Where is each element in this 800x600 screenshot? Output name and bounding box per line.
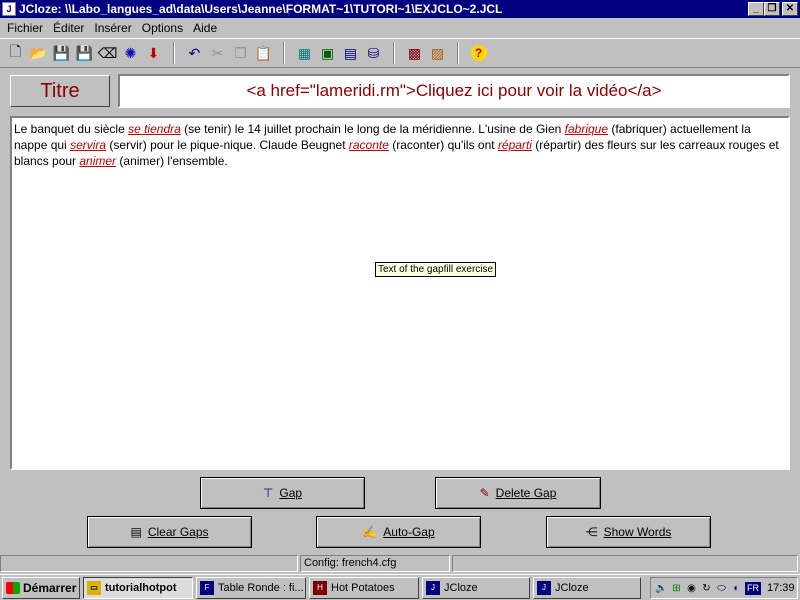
gap-word[interactable]: réparti xyxy=(498,138,532,152)
status-panel-left xyxy=(0,555,298,572)
save-as-icon[interactable]: 💾 xyxy=(73,42,96,64)
insert-link-icon[interactable]: ⛁ xyxy=(362,42,385,64)
exercise-text: (raconter) qu'ils ont xyxy=(388,138,498,152)
task-jcloze-1[interactable]: J JCloze xyxy=(422,576,530,599)
exercise-text-area[interactable]: Le banquet du siècle se tiendra (se teni… xyxy=(10,116,790,470)
maximize-button[interactable]: ❐ xyxy=(764,2,780,16)
toolbar-separator xyxy=(173,42,175,64)
jcloze-icon: J xyxy=(426,580,440,595)
exercise-text: (animer) l'ensemble. xyxy=(116,154,228,168)
eraser-icon[interactable]: ⌫ xyxy=(96,42,119,64)
paste-icon[interactable]: 📋 xyxy=(252,42,275,64)
folder-icon: ▭ xyxy=(87,580,101,595)
auto-gap-icon: ✍ xyxy=(362,525,378,539)
delete-gap-button[interactable]: ✎ Delete Gap xyxy=(435,477,601,509)
title-label: Titre xyxy=(10,75,110,107)
menu-aide[interactable]: Aide xyxy=(188,21,222,35)
toolbar-separator xyxy=(457,42,459,64)
window-title: JCloze: \\Labo_langues_ad\data\Users\Jea… xyxy=(19,2,503,16)
task-hot-potatoes[interactable]: H Hot Potatoes xyxy=(309,576,419,599)
show-words-icon: ⋲ xyxy=(585,525,598,539)
start-button[interactable]: Démarrer xyxy=(2,576,80,599)
cut-icon[interactable]: ✂ xyxy=(206,42,229,64)
down-arrow-icon[interactable]: ⬇ xyxy=(142,42,165,64)
jcloze-window: J JCloze: \\Labo_langues_ad\data\Users\J… xyxy=(0,0,800,574)
sync-icon[interactable]: ↻ xyxy=(700,582,713,595)
clock: 17:39 xyxy=(767,582,795,594)
web-page-icon[interactable]: ✺ xyxy=(119,42,142,64)
mouse-icon[interactable]: ⬭ xyxy=(715,582,728,595)
minimize-button[interactable]: _ xyxy=(748,2,764,16)
help-icon[interactable]: ? xyxy=(467,42,490,64)
insert-table-icon[interactable]: ▤ xyxy=(339,42,362,64)
menu-fichier[interactable]: Fichier xyxy=(2,21,48,35)
clear-gaps-icon: ▤ xyxy=(130,525,142,539)
new-file-icon[interactable]: 🗋 xyxy=(4,42,27,64)
status-config: Config: french4.cfg xyxy=(300,555,450,572)
delete-gap-icon: ✎ xyxy=(479,486,490,500)
open-folder-icon[interactable]: 📂 xyxy=(27,42,50,64)
undo-icon[interactable]: ↶ xyxy=(183,42,206,64)
gap-button[interactable]: ⊤ Gap xyxy=(200,477,365,509)
copy-icon[interactable]: ❐ xyxy=(229,42,252,64)
gap-icon: ⊤ xyxy=(262,486,274,500)
speaker-icon[interactable]: 🔈 xyxy=(655,582,668,595)
windows-logo-icon xyxy=(6,581,20,594)
auto-gap-button[interactable]: ✍ Auto-Gap xyxy=(316,516,481,548)
insert-picture-icon[interactable]: ▦ xyxy=(293,42,316,64)
close-button[interactable]: ✕ xyxy=(782,2,798,16)
language-indicator[interactable]: FR xyxy=(745,581,761,595)
clear-gaps-button[interactable]: ▤ Clear Gaps xyxy=(87,516,252,548)
task-tutorialhotpot[interactable]: ▭ tutorialhotpot xyxy=(83,576,193,599)
toolbar-separator xyxy=(283,42,285,64)
menu-bar: Fichier Éditer Insérer Options Aide xyxy=(0,19,222,37)
toolbar-separator xyxy=(393,42,395,64)
show-words-button[interactable]: ⋲ Show Words xyxy=(546,516,711,548)
insert-media-icon[interactable]: ▣ xyxy=(316,42,339,64)
eye-icon[interactable]: ◐ xyxy=(730,582,743,595)
toolbar: 🗋 📂 💾 💾 ⌫ ✺ ⬇ ↶ ✂ ❐ 📋 ▦ ▣ ▤ ⛁ ▩ ▨ ? xyxy=(0,38,800,68)
hot-potatoes-icon: H xyxy=(313,580,327,595)
menu-options[interactable]: Options xyxy=(137,21,188,35)
taskbar: Démarrer ▭ tutorialhotpot F Table Ronde … xyxy=(0,574,800,600)
menu-editer[interactable]: Éditer xyxy=(48,21,89,35)
gap-word[interactable]: raconte xyxy=(349,138,389,152)
gap-word[interactable]: se tiendra xyxy=(128,122,181,136)
gap-word[interactable]: fabrique xyxy=(565,122,608,136)
task-jcloze-2[interactable]: J JCloze xyxy=(533,576,641,599)
antivirus-icon[interactable]: ◉ xyxy=(685,582,698,595)
jcloze-icon: J xyxy=(537,580,551,595)
exercise-text: (servir) pour le pique-nique. Claude Beu… xyxy=(106,138,349,152)
status-panel-right xyxy=(452,555,798,572)
system-tray: 🔈 ⊞ ◉ ↻ ⬭ ◐ FR 17:39 xyxy=(650,577,798,599)
exercise-text: (se tenir) le 14 juillet prochain le lon… xyxy=(180,122,565,136)
frontpage-icon: F xyxy=(200,580,214,595)
exercise-tooltip: Text of the gapfill exercise xyxy=(375,262,497,277)
app-icon[interactable]: J xyxy=(2,2,16,16)
task-table-ronde[interactable]: F Table Ronde : fi... xyxy=(196,576,306,599)
config-edit-icon[interactable]: ▨ xyxy=(426,42,449,64)
title-field[interactable]: <a href="lameridi.rm">Cliquez ici pour v… xyxy=(118,74,790,108)
menu-inserer[interactable]: Insérer xyxy=(89,21,136,35)
config-file-icon[interactable]: ▩ xyxy=(403,42,426,64)
exercise-text: Le banquet du siècle xyxy=(14,122,129,136)
save-icon[interactable]: 💾 xyxy=(50,42,73,64)
network-icon[interactable]: ⊞ xyxy=(670,582,683,595)
gap-word[interactable]: servira xyxy=(70,138,106,152)
title-bar[interactable]: J JCloze: \\Labo_langues_ad\data\Users\J… xyxy=(0,0,800,18)
gap-word[interactable]: animer xyxy=(79,154,116,168)
